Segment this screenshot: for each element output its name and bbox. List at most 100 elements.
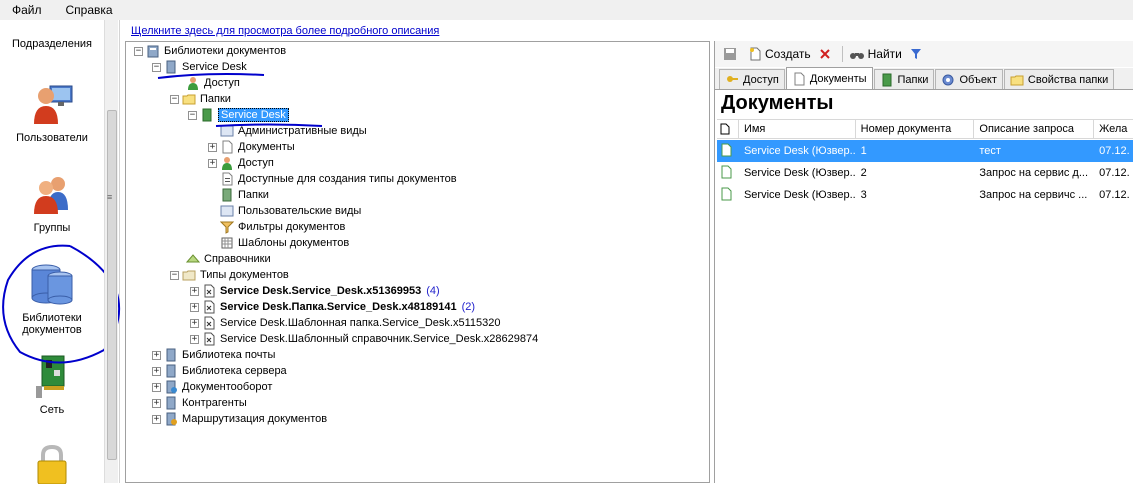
collapse-toggle[interactable]: − [170,270,179,280]
expand-toggle[interactable]: + [152,414,161,424]
tree-label-type2: Service Desk.Папка.Service_Desk.x4818914… [220,301,457,313]
tree-node-folders2[interactable]: Папки [208,187,269,203]
table-row[interactable]: Service Desk (Юзвер... 3 Запрос на серви… [717,184,1133,206]
tab-folder-properties[interactable]: Свойства папки [1003,69,1115,89]
cell-number: 3 [860,189,867,201]
nav-item-departments[interactable]: Подразделения [0,38,104,50]
tree-node-mail-lib[interactable]: + Библиотека почты [152,347,275,363]
delete-button[interactable] [819,48,834,60]
tree-node-type2[interactable]: + Service Desk.Папка.Service_Desk.x48189… [190,299,475,315]
document-icon [721,165,732,178]
menu-bar: Файл Справка [0,0,1133,20]
library-icon [166,380,177,394]
tree-node-doc-filters[interactable]: Фильтры документов [208,219,345,235]
cell-date: 07.12. [1099,145,1130,157]
expand-toggle[interactable]: + [152,350,161,360]
annotation-underline [157,73,265,79]
tree-node-server-lib[interactable]: + Библиотека сервера [152,363,287,379]
folder-icon [1010,75,1024,85]
tree-node-available-types[interactable]: Доступные для создания типы документов [208,171,457,187]
expand-toggle[interactable]: + [208,158,217,168]
nav-item-users[interactable]: Пользователи [0,80,104,144]
tree-node-user-views[interactable]: Пользовательские виды [208,203,361,219]
column-header-icon[interactable] [717,120,739,138]
tree-label-folders2: Папки [238,189,269,201]
nav-item-groups[interactable]: Группы [0,170,104,234]
tree-node-references[interactable]: Справочники [174,251,271,267]
tab-object[interactable]: Объект [935,69,1003,89]
description-link[interactable]: Щелкните здесь для просмотра более подро… [131,25,439,37]
key-icon [727,75,738,82]
expand-toggle[interactable]: + [152,366,161,376]
document-icon [794,72,805,85]
column-header-number[interactable]: Номер документа [856,120,975,138]
column-header-date[interactable]: Жела [1094,120,1133,138]
delete-icon [819,49,830,59]
table-row[interactable]: Service Desk (Юзвер... 2 Запрос на серви… [717,162,1133,184]
user-icon [222,157,232,170]
tree-node-doc-flow[interactable]: + Документооборот [152,379,272,395]
column-header-name[interactable]: Имя [739,120,856,138]
tree-node-routing[interactable]: + Маршрутизация документов [152,411,327,427]
tree-node-documents[interactable]: + Документы [208,139,295,155]
gear-icon [942,74,954,85]
cell-date: 07.12. [1099,189,1130,201]
folder-green-icon [882,73,892,86]
tab-documents[interactable]: Документы [785,67,873,89]
left-nav-scroll-thumb[interactable] [107,110,117,460]
collapse-toggle[interactable]: − [188,110,197,120]
tree-node-doc-types[interactable]: − Типы документов [170,267,289,283]
find-button[interactable]: Найти [849,47,902,61]
tree-node-doc-templates[interactable]: Шаблоны документов [208,235,349,251]
tree-node-folders[interactable]: − Папки [170,91,231,107]
expand-toggle[interactable]: + [190,334,199,344]
expand-toggle[interactable]: + [190,318,199,328]
create-button[interactable]: Создать [748,47,811,61]
folder-icon [182,270,196,281]
tree-node-type3[interactable]: + Service Desk.Шаблонная папка.Service_D… [190,315,500,331]
tree-node-type1[interactable]: + Service Desk.Service_Desk.x51369953 (4… [190,283,440,299]
cell-description: Запрос на сервичс ... [979,189,1088,201]
column-header-description[interactable]: Описание запроса [974,120,1095,138]
cell-number: 1 [860,145,867,157]
tree-node-root[interactable]: − Библиотеки документов [134,43,286,59]
tree-label-available-types: Доступные для создания типы документов [238,173,457,185]
grid-header: Имя Номер документа Описание запроса Жел… [717,119,1133,139]
menu-file[interactable]: Файл [12,3,42,17]
lock-icon[interactable] [34,444,70,484]
cell-description: тест [979,145,1001,157]
library-icon [147,45,159,58]
left-navigation: Подразделения Пользователи Группы Библио… [0,20,121,484]
menu-help[interactable]: Справка [66,3,113,17]
tab-access[interactable]: Доступ [719,69,785,89]
new-document-icon [750,47,761,61]
tree-node-access2[interactable]: + Доступ [208,155,274,171]
tab-folders[interactable]: Папки [873,69,935,89]
tree-node-type4[interactable]: + Service Desk.Шаблонный справочник.Serv… [190,331,538,347]
tree-label-routing: Маршрутизация документов [182,413,328,425]
tree-label-type1: Service Desk.Service_Desk.x51369953 [220,285,422,297]
document-type-icon [204,300,215,314]
save-button[interactable] [723,47,740,61]
document-icon [721,143,732,156]
expand-toggle[interactable]: + [208,142,217,152]
filter-button[interactable] [910,48,925,60]
expand-toggle[interactable]: + [152,382,161,392]
tab-label: Доступ [743,73,779,86]
expand-toggle[interactable]: + [152,398,161,408]
collapse-toggle[interactable]: − [170,94,179,104]
table-row[interactable]: Service Desk (Юзвер... 1 тест 07.12. [717,140,1133,162]
cell-name: Service Desk (Юзвер... [743,167,856,179]
document-types-icon [222,172,233,186]
tree-label-doc-templates: Шаблоны документов [238,237,350,249]
scroll-grip-icon: ≡ [107,192,113,202]
tree-node-contractors[interactable]: + Контрагенты [152,395,247,411]
left-nav-scrollbar[interactable]: ≡ [104,20,118,483]
library-icon [166,412,177,426]
tree-label-doc-filters: Фильтры документов [238,221,346,233]
expand-toggle[interactable]: + [190,286,199,296]
expand-toggle[interactable]: + [190,302,199,312]
collapse-toggle[interactable]: − [134,46,143,56]
reference-icon [186,254,200,263]
filter-icon [220,221,234,234]
